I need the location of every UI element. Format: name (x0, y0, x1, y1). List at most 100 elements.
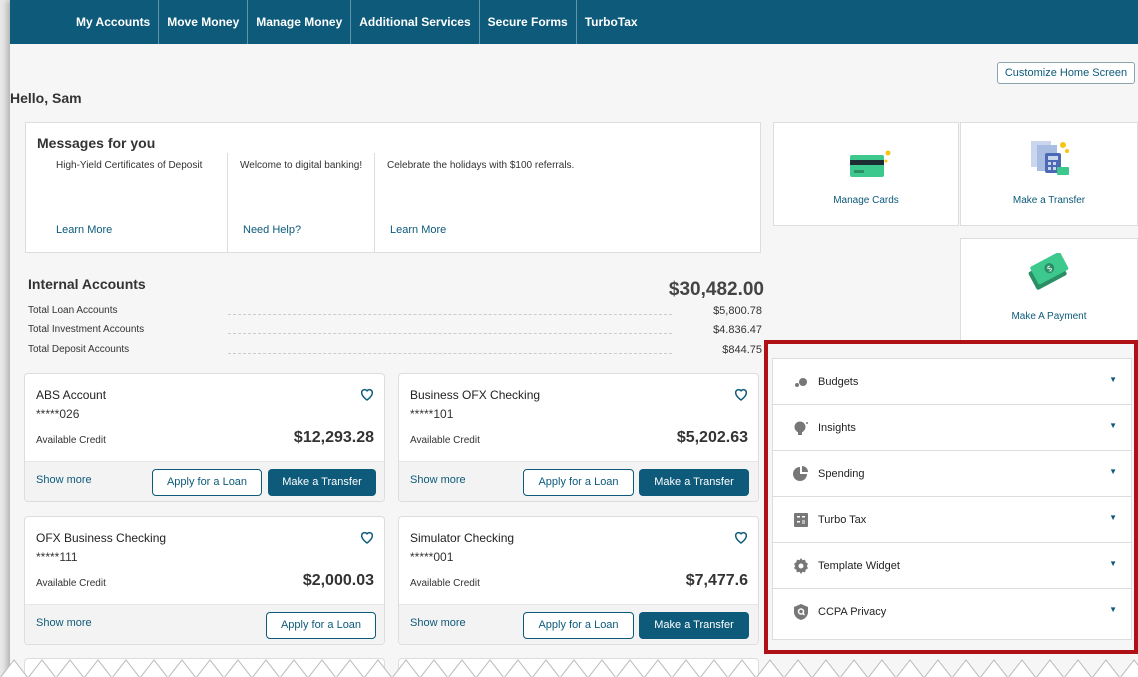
heart-icon[interactable] (359, 529, 375, 545)
apply-loan-button[interactable]: Apply for a Loan (523, 612, 634, 639)
available-credit-value: $12,293.28 (293, 429, 374, 446)
card-footer: Show more Apply for a Loan (25, 604, 384, 644)
make-payment-label: Make A Payment (1011, 311, 1087, 322)
manage-cards-label: Manage Cards (833, 195, 899, 206)
pie-chart-icon (793, 466, 808, 481)
make-payment-tile[interactable]: $ Make A Payment (960, 238, 1138, 342)
greeting: Hello, Sam (10, 90, 82, 106)
account-card: Simulator Checking *****001 Available Cr… (398, 516, 759, 645)
internal-accounts-title: Internal Accounts (28, 276, 146, 292)
widget-label: Insights (818, 422, 856, 434)
chevron-down-icon: ▼ (1109, 467, 1117, 476)
account-name: Business OFX Checking (410, 388, 541, 402)
message-item: High-Yield Certificates of Deposit Learn… (56, 153, 228, 253)
message-link[interactable]: Need Help? (243, 224, 301, 236)
widget-template[interactable]: Template Widget ▼ (773, 543, 1131, 589)
available-credit-label: Available Credit (36, 578, 106, 589)
summary-label: Total Loan Accounts (28, 305, 118, 316)
dashed-divider (228, 314, 672, 315)
summary-label: Total Investment Accounts (28, 324, 145, 335)
message-text: High-Yield Certificates of Deposit (56, 160, 203, 171)
widget-label: Turbo Tax (818, 514, 867, 526)
manage-cards-tile[interactable]: Manage Cards (773, 122, 959, 226)
available-credit-label: Available Credit (410, 435, 480, 446)
account-name: Simulator Checking (410, 531, 515, 545)
nav-manage-money[interactable]: Manage Money (248, 0, 352, 44)
show-more-link[interactable]: Show more (36, 474, 92, 486)
card-footer: Show more Apply for a Loan Make a Transf… (25, 461, 384, 501)
summary-row: Total Investment Accounts $4.836.47 (28, 324, 762, 338)
make-transfer-label: Make a Transfer (1012, 195, 1086, 206)
torn-edge (0, 658, 1138, 677)
widget-label: Spending (818, 468, 865, 480)
customize-home-button[interactable]: Customize Home Screen (997, 62, 1135, 84)
account-name: ABS Account (36, 388, 107, 402)
heart-icon[interactable] (733, 386, 749, 402)
heart-icon[interactable] (733, 529, 749, 545)
message-item: Welcome to digital banking! Need Help? (227, 153, 375, 253)
apply-loan-button[interactable]: Apply for a Loan (152, 469, 262, 496)
make-transfer-button[interactable]: Make a Transfer (639, 612, 749, 639)
show-more-link[interactable]: Show more (410, 474, 466, 486)
card-footer: Show more Apply for a Loan Make a Transf… (399, 604, 758, 644)
widget-budgets[interactable]: Budgets ▼ (773, 359, 1131, 405)
summary-value: $5,800.78 (713, 305, 762, 317)
calculator-icon (794, 513, 808, 527)
make-transfer-button[interactable]: Make a Transfer (639, 469, 749, 496)
apply-loan-button[interactable]: Apply for a Loan (266, 612, 376, 639)
budgets-icon (795, 378, 807, 387)
summary-value: $844.75 (722, 344, 762, 356)
account-card: OFX Business Checking *****111 Available… (24, 516, 385, 645)
widget-label: CCPA Privacy (818, 606, 887, 618)
chevron-down-icon: ▼ (1109, 375, 1117, 384)
message-link[interactable]: Learn More (56, 224, 112, 236)
chevron-down-icon: ▼ (1109, 421, 1117, 430)
app-canvas: My Accounts Move Money Manage Money Addi… (10, 0, 1138, 677)
make-transfer-button[interactable]: Make a Transfer (268, 469, 376, 496)
widget-label: Template Widget (818, 560, 900, 572)
message-link[interactable]: Learn More (390, 224, 446, 236)
nav-move-money[interactable]: Move Money (159, 0, 249, 44)
transfer-icon (1031, 141, 1069, 175)
gear-icon (794, 558, 808, 574)
message-text: Celebrate the holidays with $100 referra… (387, 160, 575, 171)
make-transfer-tile[interactable]: Make a Transfer (960, 122, 1138, 226)
widget-spending[interactable]: Spending ▼ (773, 451, 1131, 497)
credit-card-icon (850, 150, 891, 177)
heart-icon[interactable] (359, 386, 375, 402)
nav-my-accounts[interactable]: My Accounts (68, 0, 160, 44)
internal-accounts-total: $30,482.00 (668, 279, 764, 300)
show-more-link[interactable]: Show more (36, 617, 92, 629)
chevron-down-icon: ▼ (1109, 513, 1117, 522)
message-text: Welcome to digital banking! (240, 160, 363, 171)
available-credit-label: Available Credit (410, 578, 480, 589)
apply-loan-button[interactable]: Apply for a Loan (523, 469, 634, 496)
messages-title: Messages for you (37, 135, 156, 151)
dashed-divider (228, 333, 672, 334)
messages-panel: Messages for you High-Yield Certificates… (25, 122, 761, 253)
available-credit-value: $7,477.6 (685, 572, 748, 589)
account-number: *****026 (36, 407, 80, 421)
account-number: *****111 (36, 550, 78, 564)
available-credit-label: Available Credit (36, 435, 106, 446)
widget-turbo-tax[interactable]: Turbo Tax ▼ (773, 497, 1131, 543)
show-more-link[interactable]: Show more (410, 617, 466, 629)
widget-ccpa-privacy[interactable]: CCPA Privacy ▼ (773, 589, 1131, 635)
chevron-down-icon: ▼ (1109, 605, 1117, 614)
account-name: OFX Business Checking (36, 531, 167, 545)
message-item: Celebrate the holidays with $100 referra… (374, 153, 674, 253)
lightbulb-icon (794, 421, 808, 435)
nav-secure-forms[interactable]: Secure Forms (480, 0, 577, 44)
widget-label: Budgets (818, 376, 859, 388)
account-number: *****001 (410, 550, 454, 564)
top-nav: My Accounts Move Money Manage Money Addi… (10, 0, 1138, 44)
account-card: ABS Account *****026 Available Credit $1… (24, 373, 385, 502)
summary-label: Total Deposit Accounts (28, 344, 130, 355)
nav-additional-services[interactable]: Additional Services (351, 0, 480, 44)
card-footer: Show more Apply for a Loan Make a Transf… (399, 461, 758, 501)
summary-value: $4.836.47 (713, 324, 762, 336)
account-card: Business OFX Checking *****101 Available… (398, 373, 759, 502)
available-credit-value: $5,202.63 (676, 429, 748, 446)
nav-turbotax[interactable]: TurboTax (577, 0, 646, 44)
widget-insights[interactable]: Insights ▼ (773, 405, 1131, 451)
